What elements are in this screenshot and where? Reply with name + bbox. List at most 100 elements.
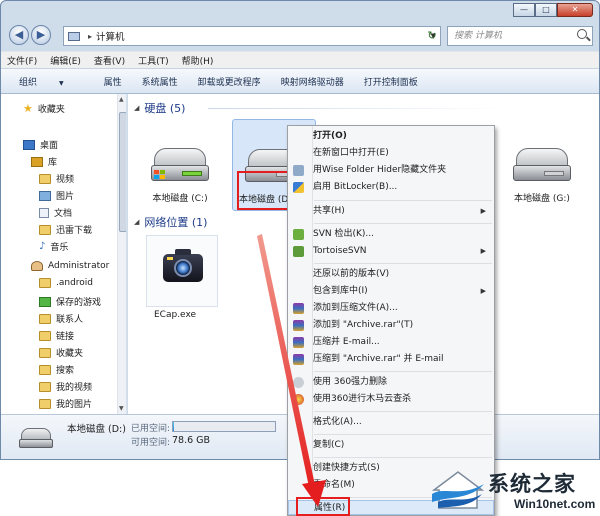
toolbar-system-properties[interactable]: 系统属性 (142, 75, 178, 88)
minimize-button[interactable]: — (513, 3, 535, 17)
command-toolbar: 组织 ▼ 属性 系统属性 卸载或更改程序 映射网络驱动器 打开控制面板 (1, 68, 599, 94)
nav-scrollbar[interactable]: ▲ ▼ (117, 94, 126, 414)
toolbar-organize-label: 组织 (19, 77, 38, 88)
nav-label: Administrator (48, 261, 110, 271)
menu-label: 使用360进行木马云查杀 (313, 394, 412, 404)
links-folder-icon (39, 330, 51, 341)
nav-pictures[interactable]: 图片 (39, 189, 74, 202)
desktop-icon (23, 139, 35, 150)
menu-separator (314, 200, 492, 201)
computer-icon (68, 31, 80, 41)
menu-file[interactable]: 文件(F) (7, 54, 37, 67)
details-drive-name: 本地磁盘 (D:) (67, 424, 126, 435)
menu-svn-checkout[interactable]: SVN 检出(K)... (288, 227, 494, 242)
menu-label: 共享(H) (313, 206, 345, 216)
refresh-icon[interactable]: ↻ (424, 28, 440, 44)
search-input[interactable]: 搜索 计算机 (447, 26, 593, 46)
nav-my-videos[interactable]: 我的视频 (39, 380, 92, 393)
scrollbar-thumb[interactable] (119, 112, 126, 232)
forward-button[interactable]: ▶ (31, 25, 51, 45)
menu-label: 添加到压缩文件(A)... (313, 303, 398, 313)
menu-view[interactable]: 查看(V) (94, 54, 125, 67)
menu-restore-versions[interactable]: 还原以前的版本(V) (288, 267, 494, 282)
folder-icon (39, 398, 51, 409)
maximize-button[interactable]: □ (535, 3, 557, 17)
submenu-arrow-icon: ▶ (480, 207, 486, 215)
menu-compress-email[interactable]: 压缩并 E-mail... (288, 335, 494, 350)
nav-saved-games[interactable]: 保存的游戏 (39, 295, 101, 308)
title-bar: — □ ✕ (1, 1, 599, 21)
nav-my-pictures[interactable]: 我的图片 (39, 397, 92, 410)
breadcrumb-computer[interactable]: 计算机 (96, 29, 125, 43)
highlight-frame-properties (296, 497, 350, 516)
menu-tools[interactable]: 工具(T) (138, 54, 169, 67)
nav-favorites-folder[interactable]: 收藏夹 (39, 346, 83, 359)
nav-videos[interactable]: 视频 (39, 172, 74, 185)
menu-add-archive[interactable]: 添加到压缩文件(A)... (288, 301, 494, 316)
menu-add-rar[interactable]: 添加到 "Archive.rar"(T) (288, 318, 494, 333)
nav-contacts[interactable]: 联系人 (39, 312, 83, 325)
forward-arrow-icon: ▶ (36, 28, 46, 41)
star-icon: ★ (23, 101, 33, 115)
menu-separator (314, 263, 492, 264)
address-bar[interactable]: ▸ 计算机 ▼ (63, 26, 441, 46)
menu-open[interactable]: 打开(O) (288, 129, 494, 144)
watermark: 系统之家 Win10net.com (430, 466, 600, 516)
toolbar-control-panel[interactable]: 打开控制面板 (364, 75, 418, 88)
back-button[interactable]: ◀ (9, 25, 29, 45)
ecap-label: ECap.exe (154, 310, 197, 320)
nav-label: 库 (48, 158, 58, 168)
nav-android[interactable]: .android (39, 278, 93, 288)
hard-disk-icon (19, 428, 53, 450)
menu-bitlocker[interactable]: 启用 BitLocker(B)... (288, 180, 494, 195)
menu-open-new-window[interactable]: 在新窗口中打开(E) (288, 146, 494, 161)
close-button[interactable]: ✕ (557, 3, 593, 17)
toolbar-organize[interactable]: 组织 ▼ (19, 75, 84, 88)
menu-help[interactable]: 帮助(H) (182, 54, 214, 67)
menu-edit[interactable]: 编辑(E) (50, 54, 81, 67)
menu-format[interactable]: 格式化(A)... (288, 415, 494, 430)
nav-searches[interactable]: 搜索 (39, 363, 74, 376)
watermark-title: 系统之家 (488, 472, 576, 496)
group-header-hdd[interactable]: ◢ 硬盘 (5) (134, 100, 185, 116)
collapse-icon: ◢ (134, 218, 140, 226)
nav-music[interactable]: ♪ 音乐 (39, 240, 68, 253)
scroll-down-icon[interactable]: ▼ (119, 405, 124, 412)
menu-tortoisesvn[interactable]: TortoiseSVN ▶ (288, 244, 494, 259)
video-folder-icon (39, 173, 51, 184)
toolbar-properties[interactable]: 属性 (104, 75, 122, 88)
nav-desktop[interactable]: 桌面 (23, 138, 58, 151)
menu-bar: 文件(F) 编辑(E) 查看(V) 工具(T) 帮助(H) (1, 51, 599, 68)
ecap-item[interactable] (146, 235, 218, 307)
menu-include-library[interactable]: 包含到库中(I) ▶ (288, 284, 494, 299)
usage-bar-fill (173, 422, 175, 431)
drive-c[interactable]: 本地磁盘 (C:) (138, 148, 222, 204)
context-menu: 打开(O) 在新窗口中打开(E) 用Wise Folder Hider隐藏文件夹… (287, 125, 495, 516)
menu-share[interactable]: 共享(H) ▶ (288, 204, 494, 219)
nav-label: 我的图片 (56, 400, 93, 410)
tortoise-icon (293, 246, 304, 257)
menu-360-scan[interactable]: 使用360进行木马云查杀 (288, 392, 494, 407)
nav-links[interactable]: 链接 (39, 329, 74, 342)
toolbar-map-drive[interactable]: 映射网络驱动器 (281, 75, 344, 88)
drive-label: 本地磁盘 (C:) (152, 194, 208, 204)
nav-documents[interactable]: 文档 (39, 206, 72, 219)
scroll-up-icon[interactable]: ▲ (119, 96, 124, 103)
nav-label: 收藏夹 (37, 105, 65, 115)
nav-label: 链接 (56, 332, 75, 342)
menu-copy[interactable]: 复制(C) (288, 438, 494, 453)
nav-thunder[interactable]: 迅雷下载 (39, 223, 92, 236)
drive-g[interactable]: 本地磁盘 (G:) (500, 148, 584, 204)
svn-icon (293, 229, 304, 240)
wise-icon (293, 165, 304, 176)
nav-admin[interactable]: Administrator (31, 261, 109, 271)
menu-360-delete[interactable]: 使用 360强力删除 (288, 375, 494, 390)
nav-library[interactable]: 库 (31, 155, 57, 168)
menu-wise-folder-hider[interactable]: 用Wise Folder Hider隐藏文件夹 (288, 163, 494, 178)
group-title: 硬盘 (5) (144, 102, 186, 115)
menu-compress-rar-email[interactable]: 压缩到 "Archive.rar" 并 E-mail (288, 352, 494, 367)
menu-label: 启用 BitLocker(B)... (313, 182, 398, 192)
nav-favorites[interactable]: ★ 收藏夹 (23, 101, 65, 116)
group-header-network[interactable]: ◢ 网络位置 (1) (134, 214, 207, 230)
toolbar-uninstall[interactable]: 卸载或更改程序 (198, 75, 261, 88)
